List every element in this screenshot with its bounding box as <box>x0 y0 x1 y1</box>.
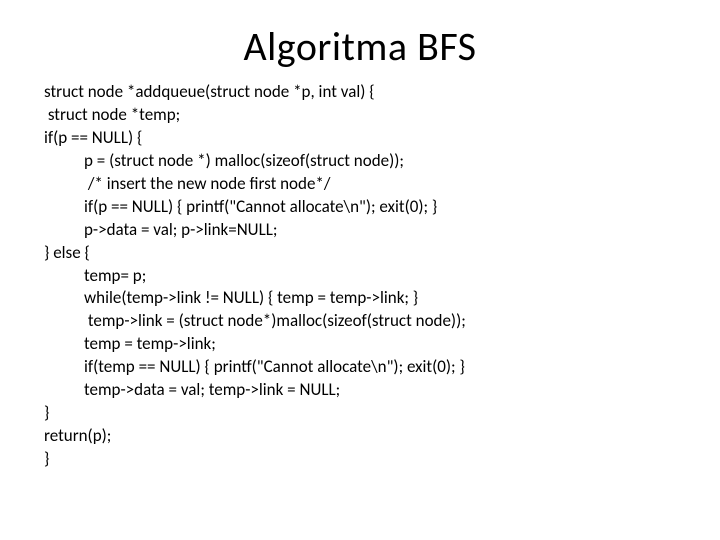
slide-title: Algoritma BFS <box>0 0 720 81</box>
code-line: temp->link = (struct node*)malloc(sizeof… <box>44 310 700 333</box>
code-block: struct node *addqueue(struct node *p, in… <box>0 81 720 471</box>
code-line: /* insert the new node first node*/ <box>44 173 700 196</box>
code-line: } <box>44 448 700 471</box>
code-line: struct node *addqueue(struct node *p, in… <box>44 81 700 104</box>
code-line: } <box>44 402 700 425</box>
code-line: while(temp->link != NULL) { temp = temp-… <box>44 287 700 310</box>
code-line: temp->data = val; temp->link = NULL; <box>44 379 700 402</box>
code-line: struct node *temp; <box>44 104 700 127</box>
code-line: p->data = val; p->link=NULL; <box>44 219 700 242</box>
code-line: if(p == NULL) { <box>44 127 700 150</box>
code-line: return(p); <box>44 425 700 448</box>
code-line: if(temp == NULL) { printf("Cannot alloca… <box>44 356 700 379</box>
code-line: if(p == NULL) { printf("Cannot allocate\… <box>44 196 700 219</box>
code-line: } else { <box>44 242 700 265</box>
code-line: temp= p; <box>44 265 700 288</box>
slide: Algoritma BFS struct node *addqueue(stru… <box>0 0 720 540</box>
code-line: p = (struct node *) malloc(sizeof(struct… <box>44 150 700 173</box>
code-line: temp = temp->link; <box>44 333 700 356</box>
